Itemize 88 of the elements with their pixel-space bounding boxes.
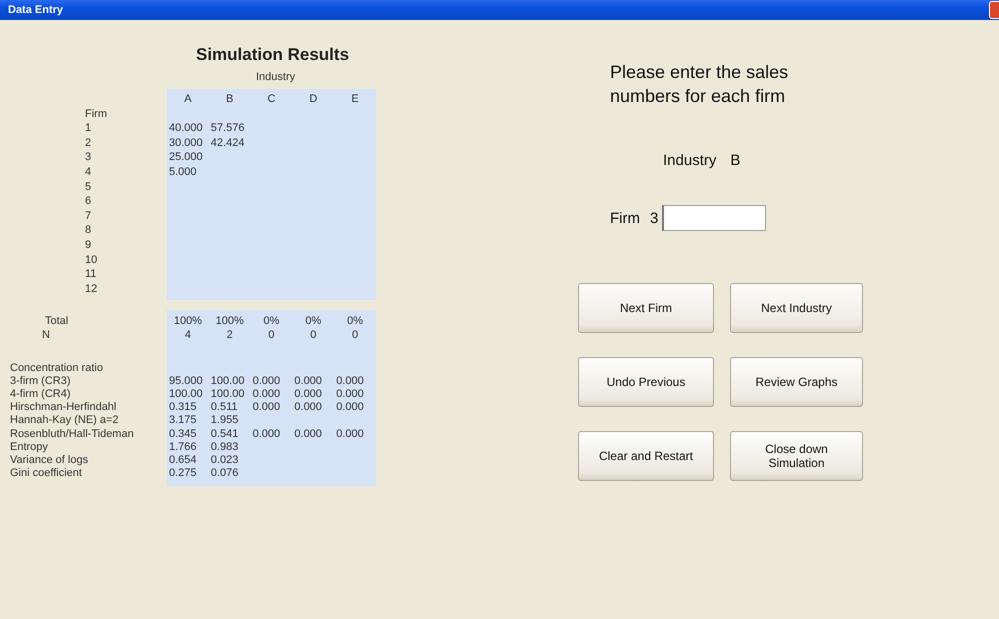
table-cell-text: 0% xyxy=(262,315,280,328)
row-header: Firm xyxy=(84,106,108,122)
table-cell-text: 0.000 xyxy=(293,428,323,441)
table-cell-text: 2 xyxy=(226,328,234,342)
row-label: Hirschman-Herfindahl xyxy=(9,401,118,414)
table-cell-text: 0.345 xyxy=(168,428,198,441)
row-label: 6 xyxy=(84,194,92,209)
table-cell-text: 5.000 xyxy=(168,164,198,180)
results-title: Simulation Results xyxy=(196,44,350,66)
row-label: Gini coefficient xyxy=(9,467,83,480)
table-cell-text: 0.654 xyxy=(168,454,198,468)
row-label: 12 xyxy=(84,282,98,296)
group-label: Industry xyxy=(256,70,296,84)
table-cell-text: 0.275 xyxy=(168,467,198,480)
table-cell-text: 0.511 xyxy=(210,401,239,414)
table-cell-text: 40.000 xyxy=(168,121,204,136)
firm-number: 3 xyxy=(650,210,658,226)
column-header: B xyxy=(225,92,234,107)
section-label: Concentration ratio xyxy=(9,362,104,375)
row-label: 4-firm (CR4) xyxy=(9,388,72,402)
table-cell-text: 1.955 xyxy=(210,414,240,428)
table-cell-text: 0.000 xyxy=(252,374,282,388)
table-cell-text: 4 xyxy=(184,328,192,342)
row-label: 1 xyxy=(84,121,92,136)
industry-value: B xyxy=(730,152,740,169)
sales-input-field[interactable] xyxy=(662,205,766,231)
action-button[interactable]: Undo Previous xyxy=(578,357,714,407)
table-cell-text: 0.000 xyxy=(335,374,365,388)
action-button[interactable]: Review Graphs xyxy=(730,357,863,407)
column-header: E xyxy=(350,92,360,107)
industry-label: Industry xyxy=(663,152,716,169)
table-cell-text: 0% xyxy=(304,315,322,328)
table-cell-text: 100.00 xyxy=(210,374,246,388)
table-cell-text: 0 xyxy=(267,328,276,342)
table-cell-text: 25.000 xyxy=(168,150,204,165)
table-cell-text: 0.000 xyxy=(293,374,323,388)
table-cell-text: 0.541 xyxy=(210,428,240,441)
table-cell-text: 0.000 xyxy=(335,388,365,402)
row-label: 11 xyxy=(84,267,98,282)
table-cell-text: 0.023 xyxy=(210,454,240,468)
table-cell-text: 0.000 xyxy=(335,428,365,441)
column-header: A xyxy=(183,92,193,107)
table-cell-text: 100% xyxy=(214,315,245,328)
row-label: 2 xyxy=(84,136,92,150)
table-cell-text: 0.315 xyxy=(168,401,198,414)
table-cell-text: 100% xyxy=(172,315,203,328)
table-cell-text: 0.000 xyxy=(252,388,282,402)
table-cell-text: 0.983 xyxy=(210,440,240,454)
table-cell-text: 1.766 xyxy=(168,440,198,454)
action-button[interactable]: Next Firm xyxy=(578,283,714,333)
row-label: Total xyxy=(44,315,70,328)
row-label: 7 xyxy=(84,208,92,224)
row-label: 8 xyxy=(84,223,92,238)
table-cell-text: 0.000 xyxy=(252,428,282,441)
row-label: N xyxy=(41,328,51,342)
row-label: Variance of logs xyxy=(9,454,90,468)
firm-label: Firm xyxy=(610,210,640,226)
action-button[interactable]: Next Industry xyxy=(730,283,863,333)
table-cell-text: 0% xyxy=(346,315,364,328)
column-header: D xyxy=(308,92,318,107)
table-cell-text: 0 xyxy=(309,328,318,342)
table-cell-text: 57.576 xyxy=(210,121,246,136)
window-title: Data Entry xyxy=(8,4,64,16)
table-cell-text: 95.000 xyxy=(168,374,204,388)
row-label: Hannah-Kay (NE) a=2 xyxy=(9,414,120,428)
row-label: 4 xyxy=(84,164,92,180)
row-label: 10 xyxy=(84,252,98,268)
table-cell-text: 0 xyxy=(351,328,360,342)
table-cell-text: 0.076 xyxy=(210,467,240,480)
action-button[interactable]: Close down Simulation xyxy=(730,431,863,481)
column-header: C xyxy=(266,92,276,107)
table-cell-text: 100.00 xyxy=(168,388,204,402)
table-cell-text: 0.000 xyxy=(293,388,323,402)
table-cell-text: 100.00 xyxy=(210,388,246,402)
row-label: Entropy xyxy=(9,440,49,454)
table-cell-text: 0.000 xyxy=(335,401,365,414)
table-cell-text: 3.175 xyxy=(168,414,198,428)
instruction-text: Please enter the sales numbers for each firm xyxy=(610,61,790,108)
action-button[interactable]: Clear and Restart xyxy=(578,431,714,481)
row-label: 9 xyxy=(84,238,92,253)
table-cell-text: 0.000 xyxy=(293,401,323,414)
table-cell-text: 30.000 xyxy=(168,136,204,150)
row-label: 3-firm (CR3) xyxy=(9,374,72,388)
table-cell-text: 0.000 xyxy=(252,401,282,414)
row-label: 3 xyxy=(84,150,92,165)
table-cell-text: 42.424 xyxy=(210,136,246,150)
row-label: Rosenbluth/Hall-Tideman xyxy=(9,428,135,441)
row-label: 5 xyxy=(84,180,92,194)
